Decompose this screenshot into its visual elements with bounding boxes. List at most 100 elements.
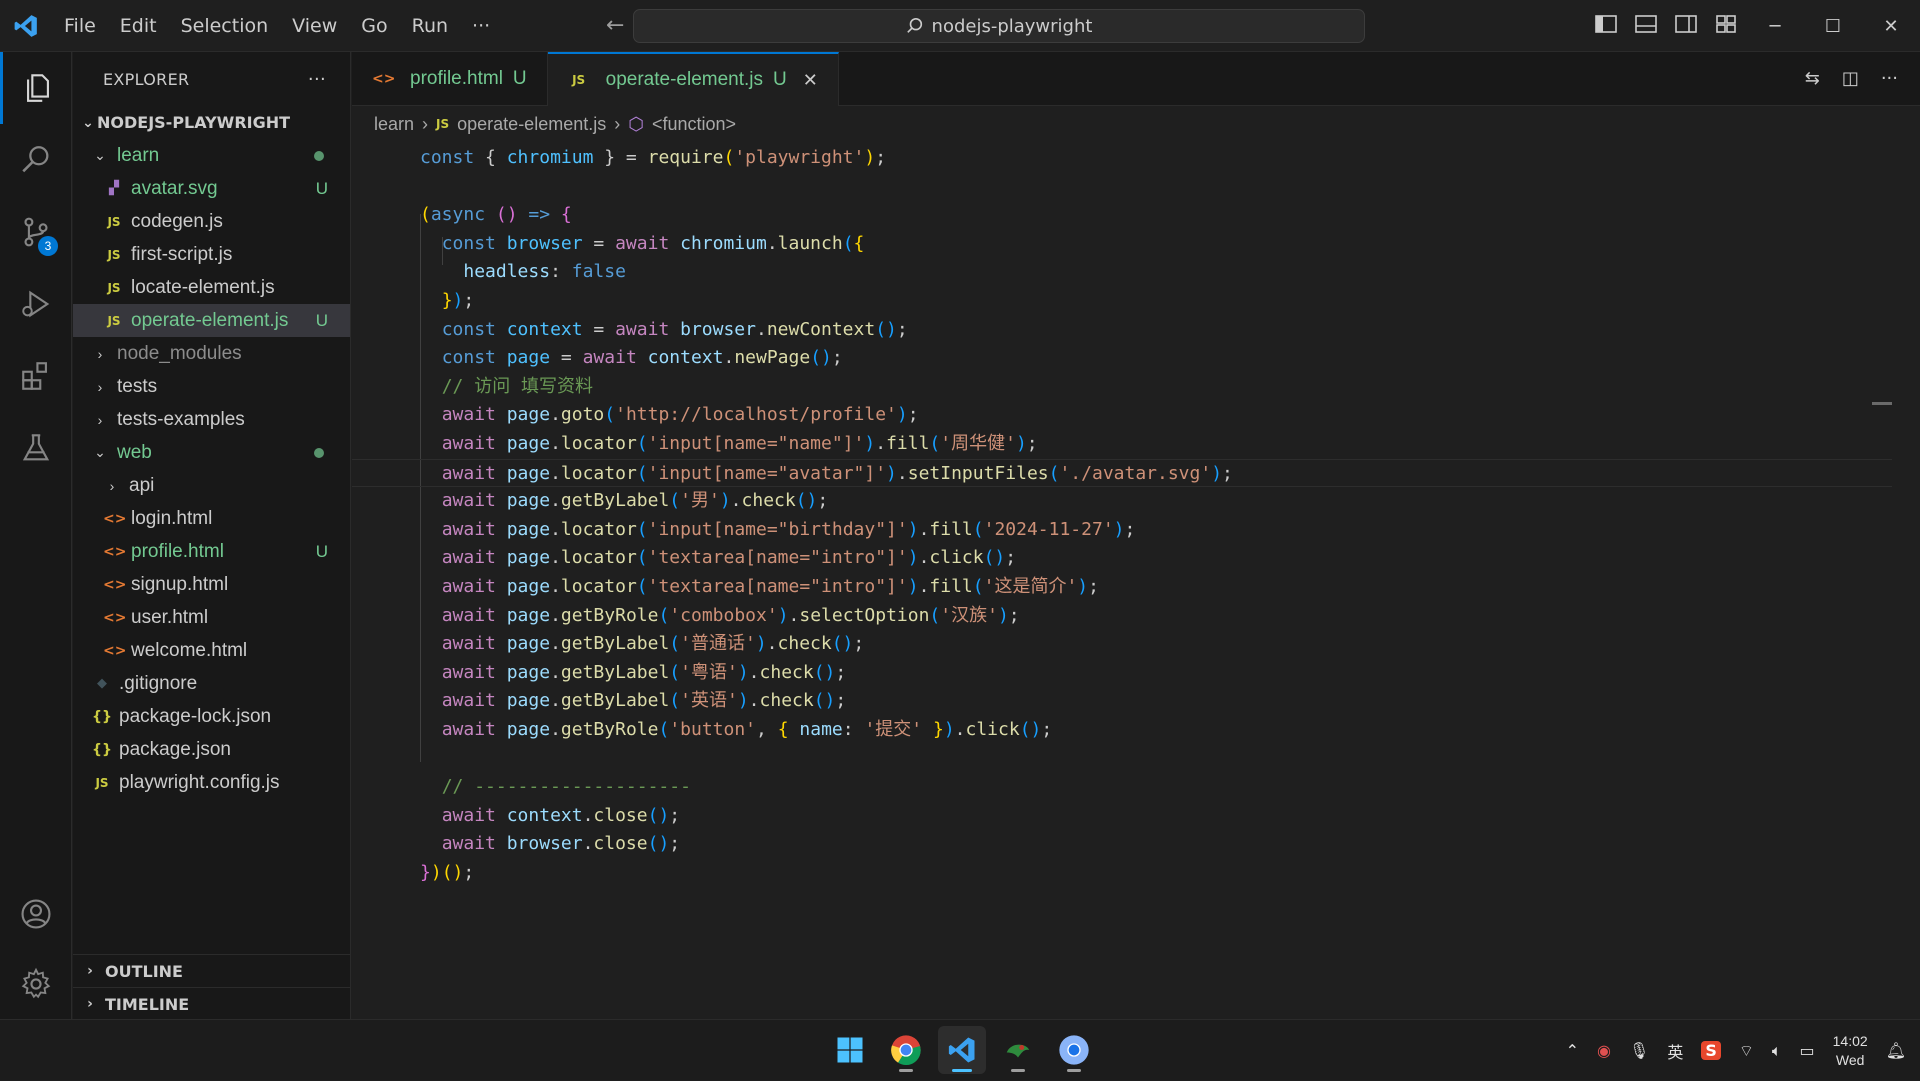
toggle-panel-icon[interactable] [1634, 12, 1660, 38]
accounts-icon[interactable] [0, 878, 72, 950]
tree-file[interactable]: JS first-script.js [73, 238, 350, 271]
chrome-icon[interactable] [882, 1026, 930, 1074]
chevron-up-icon[interactable]: ⌃ [1566, 1041, 1579, 1060]
tree-file[interactable]: ▞ avatar.svg U [73, 172, 350, 205]
tree-folder[interactable]: › api [73, 469, 350, 502]
tree-file[interactable]: JS playwright.config.js [73, 766, 350, 799]
tab-operate-element-js[interactable]: JS operate-element.js U ✕ [547, 52, 839, 106]
explorer-more-actions-icon[interactable]: ··· [308, 69, 326, 90]
toggle-secondary-sidebar-icon[interactable] [1674, 12, 1700, 38]
start-windows-icon[interactable] [826, 1026, 874, 1074]
code-token: ; [1026, 433, 1038, 454]
code-token: page [506, 661, 551, 683]
code-line: const page = await context.newPage(); [352, 344, 1892, 372]
workspace-root[interactable]: ⌄ NODEJS-PLAYWRIGHT [73, 106, 350, 139]
code-token: page [506, 576, 551, 597]
menu-more[interactable]: ··· [460, 9, 502, 43]
code-line: await page.locator('input[name="name"]')… [352, 430, 1892, 458]
battery-icon[interactable]: ▭ [1800, 1041, 1815, 1060]
code-token: const [441, 347, 507, 369]
json-file-icon: {} [92, 741, 112, 758]
close-tab-icon[interactable]: ✕ [803, 70, 818, 91]
tree-file[interactable]: <> welcome.html [73, 634, 350, 667]
code-token: // 访问 填写资料 [441, 375, 594, 397]
wifi-icon[interactable]: ⌔ [1739, 1041, 1754, 1061]
command-center-search[interactable]: nodejs-playwright [633, 9, 1365, 43]
open-changes-icon[interactable]: ⇆ [1805, 68, 1820, 89]
tree-file[interactable]: <> signup.html [73, 568, 350, 601]
tab-profile-html[interactable]: <> profile.html U [352, 52, 548, 106]
tree-file[interactable]: {} package.json [73, 733, 350, 766]
clock[interactable]: 14:02 Wed [1833, 1032, 1868, 1070]
menu-selection[interactable]: Selection [169, 9, 281, 43]
code-token: page [506, 719, 551, 740]
code-token: await [441, 404, 507, 426]
close-window-icon[interactable]: ✕ [1862, 0, 1920, 52]
tree-folder[interactable]: › tests [73, 370, 350, 403]
tray-app-icon[interactable]: ◉ [1597, 1041, 1611, 1060]
code-token: ; [669, 804, 681, 826]
vscode-taskbar-icon[interactable] [938, 1026, 986, 1074]
menu-file[interactable]: File [52, 9, 108, 43]
tree-folder[interactable]: › tests-examples [73, 403, 350, 436]
tree-file[interactable]: JS operate-element.js U [73, 304, 350, 337]
customize-layout-icon[interactable] [1714, 12, 1740, 38]
testing-flask-icon[interactable] [0, 412, 72, 484]
menu-run[interactable]: Run [400, 9, 460, 43]
maximize-icon[interactable]: ☐ [1804, 0, 1862, 52]
code-token: ; [853, 633, 865, 655]
tree-folder[interactable]: › node_modules [73, 337, 350, 370]
menu-go[interactable]: Go [349, 9, 399, 43]
notification-icon[interactable]: 🔔︎ [1886, 1041, 1906, 1060]
back-arrow-icon[interactable]: ← [602, 13, 628, 38]
tree-item-label: package-lock.json [119, 705, 272, 727]
tree-file[interactable]: <> profile.html U [73, 535, 350, 568]
tree-file[interactable]: JS codegen.js [73, 205, 350, 238]
tree-file[interactable]: {} package-lock.json [73, 700, 350, 733]
menu-edit[interactable]: Edit [108, 9, 169, 43]
code-token: ) [755, 633, 767, 655]
tree-file[interactable]: ◆ .gitignore [73, 667, 350, 700]
toggle-primary-sidebar-icon[interactable] [1594, 12, 1620, 38]
timeline-section[interactable]: › TIMELINE [73, 987, 351, 1020]
settings-gear-icon[interactable] [0, 948, 72, 1020]
code-token: } [420, 862, 431, 883]
breadcrumb-symbol[interactable]: <function> [652, 114, 736, 135]
sogou-icon[interactable]: S [1701, 1041, 1721, 1060]
split-editor-icon[interactable]: ◫ [1842, 68, 1859, 89]
breadcrumb-folder[interactable]: learn [374, 114, 414, 135]
activity-bar: 3 [0, 52, 72, 1019]
app-bird-icon[interactable] [994, 1026, 1042, 1074]
tree-file[interactable]: <> login.html [73, 502, 350, 535]
outline-section[interactable]: › OUTLINE [73, 954, 351, 987]
chrome-alt-icon[interactable] [1050, 1026, 1098, 1074]
code-token: . [918, 547, 930, 569]
code-token: . [550, 433, 561, 454]
code-token: ) [886, 462, 897, 484]
tree-file[interactable]: JS locate-element.js [73, 271, 350, 304]
tree-file[interactable]: <> user.html [73, 601, 350, 634]
search-icon[interactable] [0, 124, 72, 196]
breadcrumb-file[interactable]: operate-element.js [457, 114, 606, 135]
run-debug-icon[interactable] [0, 268, 72, 340]
extensions-icon[interactable] [0, 340, 72, 412]
source-control-icon[interactable]: 3 [0, 196, 72, 268]
editor-more-actions-icon[interactable]: ··· [1881, 68, 1898, 89]
tree-folder[interactable]: ⌄ web [73, 436, 350, 469]
ime-indicator[interactable]: 英 [1667, 1039, 1683, 1063]
tab-label: profile.html [410, 68, 503, 89]
code-editor[interactable]: const { chromium } = require('playwright… [352, 144, 1892, 1004]
code-line: }); [352, 287, 1892, 315]
tree-folder[interactable]: ⌄ learn [73, 139, 350, 172]
microphone-icon[interactable]: 🎙︎ [1629, 1041, 1649, 1060]
explorer-icon[interactable] [0, 52, 72, 124]
minimize-icon[interactable]: ─ [1746, 0, 1804, 52]
menu-view[interactable]: View [280, 9, 349, 43]
volume-icon[interactable]: 🔈︎ [1772, 1041, 1782, 1061]
